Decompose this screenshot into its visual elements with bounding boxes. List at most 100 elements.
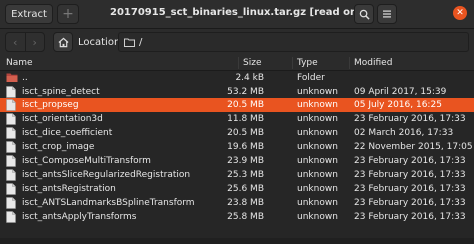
add-files-button[interactable]: +: [57, 4, 79, 24]
table-row[interactable]: isct_spine_detect 53.2 MB unknown 09 April …: [0, 85, 474, 99]
file-name: isct_propseg: [22, 100, 79, 110]
column-separator: [349, 57, 350, 69]
list-header: Name Size Type Modified: [0, 56, 474, 71]
file-modified: 23 February 2016, 17:33: [354, 114, 466, 124]
close-icon: ✕: [456, 7, 464, 18]
file-size: 11.8 MB: [227, 114, 264, 124]
search-icon: [359, 9, 370, 20]
file-size: 53.2 MB: [227, 87, 264, 97]
plus-icon: +: [62, 6, 74, 22]
file-name: isct_antsApplyTransforms: [22, 212, 137, 222]
file-modified: 23 February 2016, 17:33: [354, 184, 466, 194]
file-name: isct_dice_coefficient: [22, 128, 113, 138]
file-modified: 05 July 2016, 16:25: [354, 100, 442, 110]
file-modified: 02 March 2016, 17:33: [354, 128, 454, 138]
file-type: unknown: [297, 184, 338, 194]
file-type: unknown: [297, 87, 338, 97]
column-header-size[interactable]: Size: [243, 58, 261, 70]
file-name: isct_antsSliceRegularizedRegistration: [22, 170, 191, 180]
file-icon: [6, 99, 18, 111]
column-header-type[interactable]: Type: [297, 58, 318, 70]
table-row[interactable]: isct_ComposeMultiTransform 23.9 MB unknown…: [0, 154, 474, 168]
file-name: isct_ComposeMultiTransform: [22, 156, 151, 166]
folder-icon: [124, 38, 135, 47]
file-type: unknown: [297, 212, 338, 222]
table-row[interactable]: isct_antsRegistration 25.6 MB unknown 23 Fe…: [0, 182, 474, 196]
table-row[interactable]: isct_orientation3d 11.8 MB unknown 23 Febru…: [0, 112, 474, 126]
file-modified: 23 February 2016, 17:33: [354, 170, 466, 180]
file-modified: 23 February 2016, 17:33: [354, 212, 466, 222]
table-row[interactable]: isct_antsSliceRegularizedRegistration 25.…: [0, 168, 474, 182]
home-icon: [58, 37, 68, 47]
navigation-buttons: ‹ ›: [5, 32, 45, 52]
table-row[interactable]: isct_ANTSLandmarksBSplineTransform 23.8 M…: [0, 196, 474, 210]
file-name: isct_crop_image: [22, 142, 95, 152]
file-name: ..: [22, 73, 28, 83]
file-icon: [6, 211, 18, 223]
location-label: Location:: [78, 37, 124, 48]
file-icon: [6, 127, 18, 139]
column-header-name[interactable]: Name: [6, 58, 33, 70]
menu-button[interactable]: [377, 4, 397, 24]
file-size: 23.8 MB: [227, 198, 264, 208]
file-type: unknown: [297, 100, 338, 110]
file-modified: 23 February 2016, 17:33: [354, 156, 466, 166]
file-icon: [6, 113, 18, 125]
table-row[interactable]: .. 2.4 kB Folder: [0, 71, 474, 85]
forward-button[interactable]: ›: [24, 33, 45, 51]
location-field[interactable]: /: [118, 32, 469, 52]
window-title: 20170915_sct_binaries_linux.tar.gz [read…: [110, 7, 372, 18]
file-type: unknown: [297, 142, 338, 152]
folder-icon: [6, 72, 18, 84]
window-bottom-edge: [0, 238, 474, 244]
file-modified: 23 February 2016, 17:33: [354, 198, 466, 208]
table-row[interactable]: isct_antsApplyTransforms 25.8 MB unknown 23…: [0, 210, 474, 224]
table-row[interactable]: isct_crop_image 19.6 MB unknown 22 November…: [0, 140, 474, 154]
file-size: 20.5 MB: [227, 128, 264, 138]
file-size: 25.6 MB: [227, 184, 264, 194]
file-type: unknown: [297, 156, 338, 166]
file-size: 25.3 MB: [227, 170, 264, 180]
column-separator: [238, 57, 239, 69]
hamburger-menu-icon: [383, 10, 391, 18]
file-name: isct_ANTSLandmarksBSplineTransform: [22, 198, 195, 208]
file-modified: 09 April 2017, 15:39: [354, 87, 447, 97]
back-button[interactable]: ‹: [6, 33, 25, 51]
column-header-modified[interactable]: Modified: [354, 58, 392, 70]
file-size: 23.9 MB: [227, 156, 264, 166]
archive-manager-window: Extract + 20170915_sct_binaries_linux.ta…: [0, 0, 474, 244]
file-icon: [6, 169, 18, 181]
location-path: /: [139, 36, 143, 48]
file-name: isct_orientation3d: [22, 114, 103, 124]
file-type: unknown: [297, 170, 338, 180]
search-button[interactable]: [354, 4, 374, 24]
file-size: 25.8 MB: [227, 212, 264, 222]
file-modified: 22 November 2015, 17:05: [354, 142, 473, 152]
file-type: unknown: [297, 198, 338, 208]
file-size: 20.5 MB: [227, 100, 264, 110]
file-size: 2.4 kB: [235, 73, 264, 83]
close-button[interactable]: ✕: [453, 6, 467, 20]
file-list: Name Size Type Modified .. 2.4 kB Folder is…: [0, 56, 474, 244]
chevron-left-icon: ‹: [13, 35, 18, 49]
table-row[interactable]: isct_dice_coefficient 20.5 MB unknown 02 Ma…: [0, 126, 474, 140]
file-icon: [6, 86, 18, 98]
file-icon: [6, 141, 18, 153]
file-name: isct_spine_detect: [22, 87, 100, 97]
file-icon: [6, 183, 18, 195]
extract-button[interactable]: Extract: [5, 4, 53, 24]
file-name: isct_antsRegistration: [22, 184, 116, 194]
file-size: 19.6 MB: [227, 142, 264, 152]
extract-button-label: Extract: [11, 8, 47, 20]
location-bar: ‹ › Location: /: [0, 29, 474, 55]
file-type: Folder: [297, 73, 325, 83]
chevron-right-icon: ›: [32, 35, 37, 49]
file-icon: [6, 155, 18, 167]
file-type: unknown: [297, 128, 338, 138]
column-separator: [292, 57, 293, 69]
home-button[interactable]: [53, 32, 73, 52]
header-bar: Extract + 20170915_sct_binaries_linux.ta…: [0, 0, 474, 29]
file-type: unknown: [297, 114, 338, 124]
file-icon: [6, 197, 18, 209]
table-row[interactable]: isct_propseg 20.5 MB unknown 05 July 2016, …: [0, 98, 474, 112]
